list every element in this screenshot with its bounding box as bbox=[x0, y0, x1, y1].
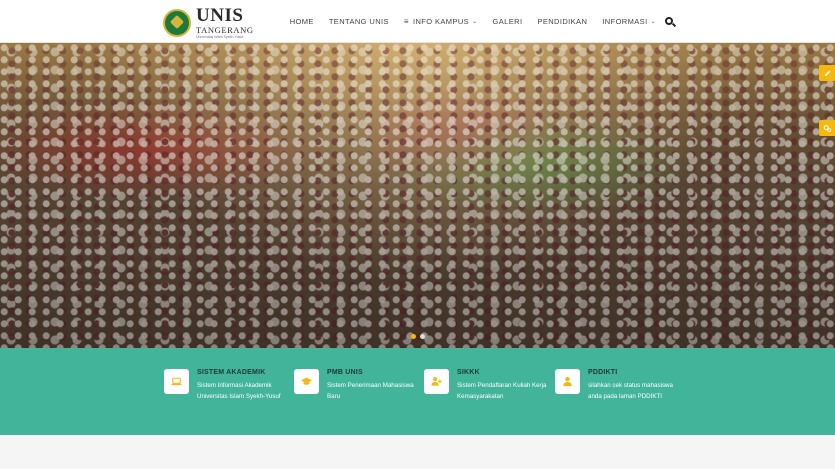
feature-band: SISTEM AKADEMIK Sistem Informasi Akademi… bbox=[0, 348, 835, 435]
gears-icon[interactable] bbox=[819, 120, 835, 136]
feature-title: SIKKK bbox=[457, 369, 480, 376]
feature-desc: Sistem Pendaftaran Kuliah Kerja Kemasyar… bbox=[457, 382, 547, 400]
logo-tagline: Universitas Islam Syekh-Yusuf bbox=[196, 34, 244, 39]
laptop-icon bbox=[164, 369, 189, 394]
feature-desc: silahkan cek status mahasiswa anda pada … bbox=[588, 382, 673, 400]
nav-info-kampus[interactable]: ≡ INFO KAMPUS ⌄ bbox=[404, 17, 478, 26]
nav-informasi-label: INFORMASI bbox=[602, 17, 648, 26]
feature-pmb-unis[interactable]: PMB UNIS Sistem Penerimaan Mahasiswa Bar… bbox=[294, 369, 422, 402]
site-logo[interactable]: UNIS TANGERANG Universitas Islam Syekh-Y… bbox=[163, 6, 254, 39]
nav-home[interactable]: HOME bbox=[290, 17, 314, 26]
logo-city: TANGERANG bbox=[196, 25, 254, 35]
list-icon: ≡ bbox=[403, 17, 409, 26]
search-icon[interactable] bbox=[665, 16, 676, 27]
slider-dots bbox=[411, 334, 429, 339]
feature-sikkk[interactable]: SIKKK Sistem Pendaftaran Kuliah Kerja Ke… bbox=[424, 369, 552, 402]
user-icon bbox=[555, 369, 580, 394]
logo-text: UNIS TANGERANG Universitas Islam Syekh-Y… bbox=[196, 6, 254, 39]
nav-tentang-label: TENTANG UNIS bbox=[328, 17, 389, 26]
pencil-icon[interactable] bbox=[819, 65, 835, 81]
university-seal-icon bbox=[163, 8, 191, 37]
nav-galeri-label: GALERI bbox=[492, 17, 523, 26]
nav-pendidikan[interactable]: PENDIDIKAN bbox=[537, 17, 587, 26]
chevron-down-icon: ⌄ bbox=[650, 19, 656, 25]
slider-dot-2[interactable] bbox=[420, 334, 425, 339]
logo-name: UNIS bbox=[196, 5, 244, 26]
graduation-cap-icon bbox=[294, 369, 319, 394]
nav-galeri[interactable]: GALERI bbox=[493, 17, 523, 26]
nav-pendidikan-label: PENDIDIKAN bbox=[537, 17, 588, 26]
feature-desc: Sistem Informasi Akademik Universitas Is… bbox=[197, 382, 281, 400]
feature-pddikti[interactable]: PDDIKTI silahkan cek status mahasiswa an… bbox=[555, 369, 683, 402]
site-header: UNIS TANGERANG Universitas Islam Syekh-Y… bbox=[0, 0, 835, 43]
feature-title: SISTEM AKADEMIK bbox=[197, 369, 266, 376]
hero-overlay bbox=[0, 43, 835, 348]
chevron-down-icon: ⌄ bbox=[472, 19, 478, 25]
slider-dot-1[interactable] bbox=[411, 334, 416, 339]
feature-sistem-akademik[interactable]: SISTEM AKADEMIK Sistem Informasi Akademi… bbox=[164, 369, 292, 402]
feature-title: PMB UNIS bbox=[327, 369, 363, 376]
nav-tentang-unis[interactable]: TENTANG UNIS bbox=[329, 17, 389, 26]
feature-title: PDDIKTI bbox=[588, 369, 618, 376]
feature-desc: Sistem Penerimaan Mahasiswa Baru bbox=[327, 382, 414, 400]
page-bottom bbox=[0, 435, 835, 469]
main-nav: HOME TENTANG UNIS ≡ INFO KAMPUS ⌄ GALERI… bbox=[275, 0, 676, 43]
nav-home-label: HOME bbox=[289, 17, 314, 26]
user-plus-icon bbox=[424, 369, 449, 394]
hero-slider bbox=[0, 43, 835, 348]
page: UNIS TANGERANG Universitas Islam Syekh-Y… bbox=[0, 0, 835, 469]
nav-informasi[interactable]: INFORMASI ⌄ bbox=[602, 17, 656, 26]
nav-info-kampus-label: INFO KAMPUS bbox=[413, 17, 470, 26]
